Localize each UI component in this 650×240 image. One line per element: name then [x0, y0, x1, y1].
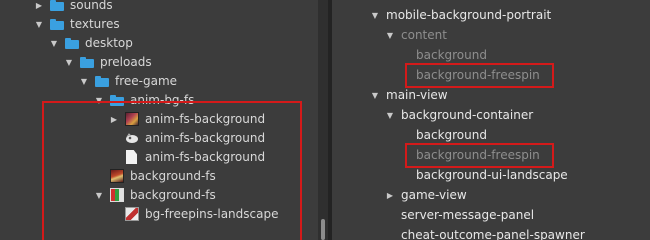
node-label: background-container [401, 108, 534, 122]
folder-icon [50, 19, 64, 30]
expand-arrow-down-icon[interactable]: ▼ [79, 72, 89, 91]
expand-arrow-down-icon[interactable]: ▼ [64, 53, 74, 72]
folder-icon [65, 38, 79, 49]
folder-icon [95, 76, 109, 87]
node-label: game-view [401, 188, 467, 202]
highlight-box-background-freespin [405, 143, 554, 168]
expand-arrow-right-icon[interactable]: ▶ [34, 0, 44, 15]
expand-arrow-right-icon[interactable]: ▶ [385, 186, 395, 205]
node-row-content[interactable]: ▼ content [332, 26, 650, 45]
expand-arrow-down-icon[interactable]: ▼ [370, 6, 380, 25]
expand-arrow-down-icon[interactable]: ▼ [385, 106, 395, 125]
node-row-mobile-background-portrait[interactable]: ▼ mobile-background-portrait [332, 6, 650, 25]
node-row-cheat-outcome-panel-spawner[interactable]: cheat-outcome-panel-spawner [332, 226, 650, 240]
node-label: background-ui-landscape [416, 168, 568, 182]
node-row-background-container[interactable]: ▼ background-container [332, 106, 650, 125]
asset-row-textures[interactable]: ▼ textures [0, 15, 318, 34]
expand-arrow-down-icon[interactable]: ▼ [370, 86, 380, 105]
node-label: mobile-background-portrait [386, 8, 552, 22]
asset-label: desktop [85, 36, 133, 50]
asset-row-free-game[interactable]: ▼ free-game [0, 72, 318, 91]
highlight-box-anim-bg-fs [42, 101, 302, 240]
node-label: server-message-panel [401, 208, 535, 222]
expand-arrow-down-icon[interactable]: ▼ [385, 26, 395, 45]
asset-label: preloads [100, 55, 152, 69]
assets-panel: ▶ sounds ▼ textures ▼ desktop ▼ preloads ▼ free-g… [0, 0, 318, 240]
node-row-main-view[interactable]: ▼ main-view [332, 86, 650, 105]
highlight-box-background-freespin [405, 63, 554, 88]
folder-icon [50, 0, 64, 11]
asset-label: textures [70, 17, 120, 31]
expand-arrow-down-icon[interactable]: ▼ [49, 34, 59, 53]
node-label: main-view [386, 88, 448, 102]
node-label: cheat-outcome-panel-spawner [401, 228, 585, 240]
expand-arrow-down-icon[interactable]: ▼ [34, 15, 44, 34]
node-row-background-ui-landscape[interactable]: background-ui-landscape [332, 166, 650, 185]
assets-scrollbar[interactable] [318, 0, 328, 240]
node-label: content [401, 28, 447, 42]
asset-row-desktop[interactable]: ▼ desktop [0, 34, 318, 53]
asset-row-preloads[interactable]: ▼ preloads [0, 53, 318, 72]
folder-icon [80, 57, 94, 68]
asset-label: sounds [70, 0, 113, 12]
asset-row-sounds[interactable]: ▶ sounds [0, 0, 318, 15]
assets-scrollbar-thumb[interactable] [321, 219, 325, 240]
node-row-server-message-panel[interactable]: server-message-panel [332, 206, 650, 225]
hierarchy-panel: ▼ mobile-background-portrait ▼ content backg… [332, 0, 650, 240]
node-row-game-view[interactable]: ▶ game-view [332, 186, 650, 205]
asset-label: free-game [115, 74, 178, 88]
